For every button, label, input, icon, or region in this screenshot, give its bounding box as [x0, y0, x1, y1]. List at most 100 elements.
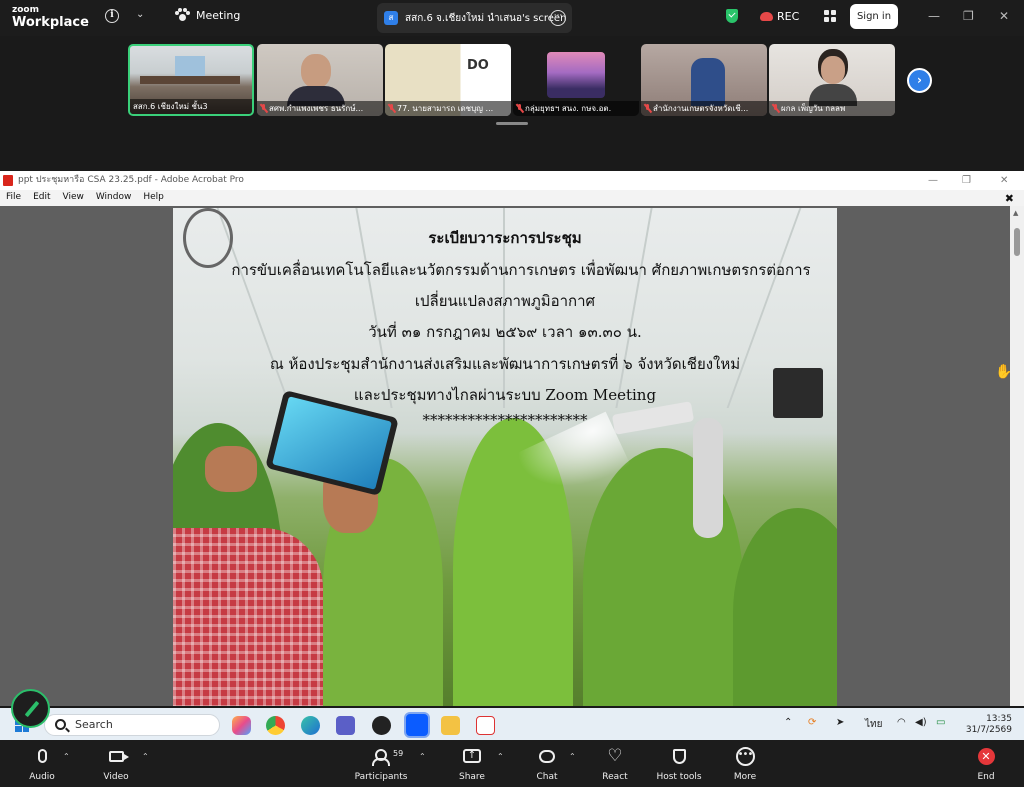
more-label: More [733, 772, 757, 782]
zoom-logo: zoom Workplace [12, 6, 89, 30]
share-button[interactable]: ↑ Share [455, 745, 489, 782]
participant-face [821, 56, 845, 84]
more-options-icon[interactable]: ··· [550, 10, 566, 26]
participants-icon [372, 749, 390, 766]
taskbar-clock[interactable]: 13:35 31/7/2569 [962, 714, 1012, 736]
agenda-separator: ********************** [422, 411, 588, 429]
thumbnail-4[interactable]: สำนักงานเกษตรจังหวัดเชี... [641, 44, 767, 116]
sync-icon[interactable]: ⟳ [808, 717, 816, 728]
acrobat-icon[interactable] [476, 716, 495, 735]
share-screen-icon: ↑ [463, 749, 481, 763]
language-indicator[interactable]: ไทย [865, 717, 882, 732]
menu-file[interactable]: File [0, 190, 27, 206]
thumbnail-label: 77. นายสามารถ เดชบุญ ... [385, 101, 511, 116]
participants-options-caret[interactable]: ⌃ [419, 752, 426, 761]
end-button[interactable]: ✕ End [971, 745, 1001, 782]
meeting-menu[interactable]: Meeting [175, 8, 240, 22]
share-options-caret[interactable]: ⌃ [497, 752, 504, 761]
thumbnail-1[interactable]: สศพ.กำแพงเพชร ธนรักษ์... [257, 44, 383, 116]
host-tools-button[interactable]: Host tools [655, 745, 703, 782]
chrome-icon[interactable] [266, 716, 285, 735]
chat-icon [539, 749, 555, 763]
sign-in-button[interactable]: Sign in [850, 4, 898, 29]
search-placeholder: Search [75, 718, 113, 731]
screen-share-tab[interactable]: ส สสก.6 จ.เชียงใหม่ นำเสนอ's screen ··· [377, 3, 572, 33]
thumbnail-2[interactable]: DO 77. นายสามารถ เดชบุญ ... [385, 44, 511, 116]
participant-thumbnails: สสก.6 เชียงใหม่ ชั้น3 สศพ.กำแพงเพชร ธนรั… [0, 36, 1024, 171]
menu-window[interactable]: Window [90, 190, 138, 206]
end-label: End [977, 772, 995, 782]
copilot-icon[interactable] [232, 716, 251, 735]
chat-label: Chat [536, 772, 558, 782]
browser-icon[interactable] [372, 716, 391, 735]
teams-icon[interactable] [336, 716, 355, 735]
scrollbar-thumb[interactable] [1014, 228, 1020, 256]
thumbnail-scroll-indicator[interactable] [496, 122, 528, 125]
more-dots-icon: ••• [735, 746, 755, 766]
acrobat-title-bar: ppt ประชุมหารือ CSA 23.25.pdf - Adobe Ac… [0, 171, 1024, 190]
participants-count: 59 [393, 749, 404, 758]
thumbnail-label: สศพ.กำแพงเพชร ธนรักษ์... [257, 101, 383, 116]
close-document-icon[interactable]: ✖ [999, 190, 1020, 205]
menu-view[interactable]: View [57, 190, 90, 206]
location-icon[interactable]: ➤ [836, 717, 844, 728]
thumbnail-0[interactable]: สสก.6 เชียงใหม่ ชั้น3 [128, 44, 254, 116]
menu-help[interactable]: Help [137, 190, 170, 206]
audio-options-caret[interactable]: ⌃ [63, 752, 70, 761]
video-button[interactable]: Video [98, 745, 134, 782]
vertical-scrollbar[interactable]: ▲ [1010, 206, 1024, 706]
view-grid-icon[interactable] [824, 10, 836, 22]
battery-icon[interactable]: ▭ [936, 717, 945, 728]
taskbar-search-input[interactable]: Search [44, 714, 220, 736]
screen: zoom Workplace i ⌄ Meeting ส สสก.6 จ.เชี… [0, 0, 1024, 787]
thumbnail-label: สสก.6 เชียงใหม่ ชั้น3 [130, 99, 252, 114]
participants-label: Participants [354, 772, 408, 782]
heart-icon: ♡ [607, 745, 623, 766]
wifi-icon[interactable]: ◠ [897, 717, 906, 728]
thumbnail-5[interactable]: ผกล เพ็ญวัน กลลพ [769, 44, 895, 116]
close-icon[interactable]: ✕ [999, 9, 1009, 23]
more-button[interactable]: ••• More [730, 745, 760, 782]
security-shield-icon[interactable] [726, 9, 738, 23]
share-label: Share [459, 772, 485, 782]
recording-indicator[interactable]: REC [760, 10, 799, 23]
paw-icon [175, 8, 190, 22]
minimize-icon[interactable]: — [928, 9, 940, 23]
edge-icon[interactable] [301, 716, 320, 735]
volume-icon[interactable]: ◀) [915, 717, 927, 728]
cloud-record-icon [760, 12, 773, 21]
rec-label: REC [777, 10, 800, 23]
video-label: Video [103, 772, 129, 782]
file-explorer-icon[interactable] [441, 716, 460, 735]
audio-button[interactable]: Audio [24, 745, 60, 782]
agenda-venue: ณ ห้องประชุมสำนักงานส่งเสริมและพัฒนาการเ… [269, 355, 741, 373]
close-icon[interactable]: ✕ [1000, 171, 1008, 190]
document-viewport[interactable]: ระเบียบวาระการประชุม การขับเคลื่อนเทคโนโ… [0, 206, 1010, 706]
scroll-up-icon[interactable]: ▲ [1013, 209, 1018, 217]
pdf-page: ระเบียบวาระการประชุม การขับเคลื่อนเทคโนโ… [173, 208, 837, 706]
participant-face [301, 54, 331, 88]
agenda-date: วันที่ ๓๑ กรกฎาคม ๒๕๖๙ เวลา ๑๓.๓๐ น. [368, 323, 642, 341]
next-page-button[interactable]: › [907, 68, 932, 93]
react-button[interactable]: ♡ React [599, 745, 631, 782]
chat-options-caret[interactable]: ⌃ [569, 752, 576, 761]
mic-muted-icon [388, 104, 395, 113]
minimize-icon[interactable]: — [928, 171, 938, 190]
chat-button[interactable]: Chat [532, 745, 562, 782]
pdf-icon [3, 175, 13, 186]
thumbnail-3[interactable]: กลุ่มยุทธฯ สนง. กษจ.อต. [513, 44, 639, 116]
menu-edit[interactable]: Edit [27, 190, 56, 206]
chevron-down-icon[interactable]: ⌄ [136, 9, 144, 20]
annotate-pen-button[interactable] [11, 689, 50, 728]
zoom-app-icon[interactable] [404, 712, 430, 738]
chevron-up-icon[interactable]: ⌃ [784, 717, 792, 728]
agenda-line-2: เปลี่ยนแปลงสภาพภูมิอากาศ [414, 292, 596, 310]
restore-icon[interactable]: ❐ [962, 171, 971, 190]
zoom-top-bar: zoom Workplace i ⌄ Meeting ส สสก.6 จ.เชี… [0, 0, 1024, 36]
thumbnail-label: สำนักงานเกษตรจังหวัดเชี... [641, 101, 767, 116]
video-options-caret[interactable]: ⌃ [142, 752, 149, 761]
meeting-info-icon[interactable]: i [105, 9, 119, 23]
restore-icon[interactable]: ❐ [963, 9, 974, 23]
share-badge: ส [384, 11, 398, 25]
hand-cursor-icon: ✋ [995, 364, 1010, 380]
